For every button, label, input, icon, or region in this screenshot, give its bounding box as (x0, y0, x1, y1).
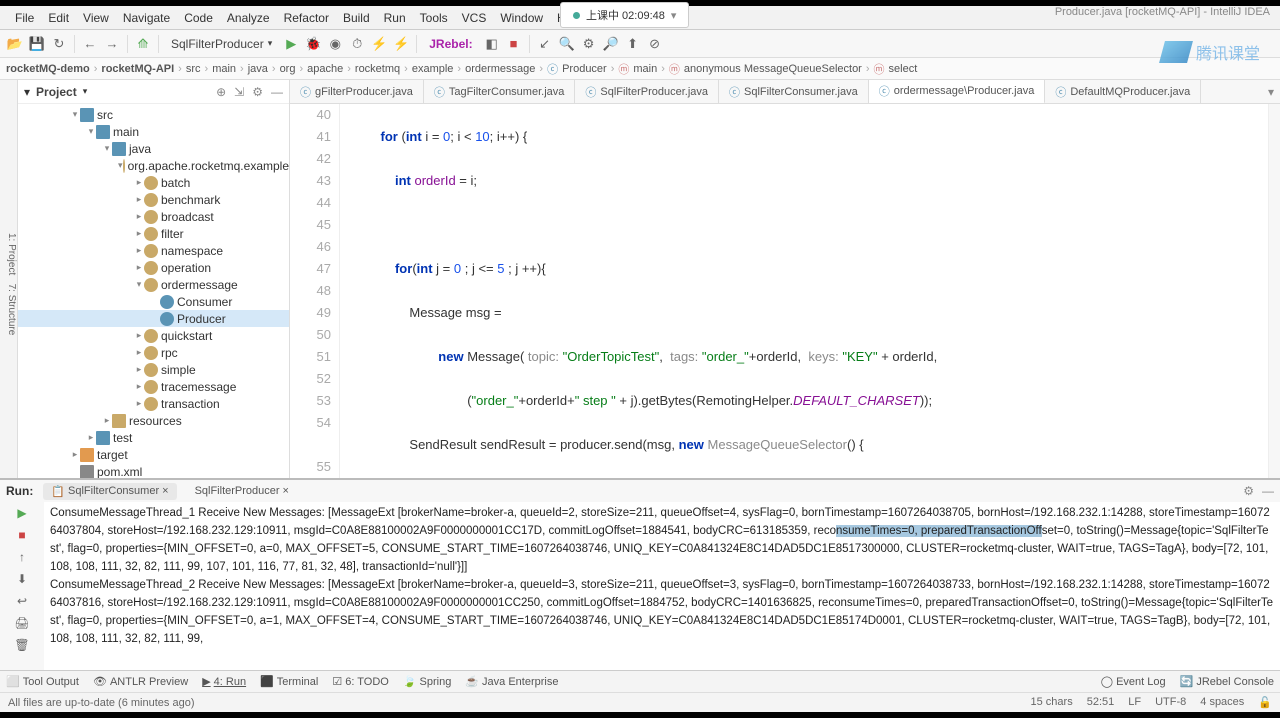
todo-tab[interactable]: ☑ 6: TODO (332, 675, 388, 688)
project-expand-icon[interactable]: ▾ (24, 85, 30, 99)
spring-tab[interactable]: 🍃 Spring (403, 675, 452, 688)
run-hide-icon[interactable]: — (1262, 484, 1274, 498)
menu-code[interactable]: Code (177, 11, 220, 25)
class-timer: 上课中 02:09:48▾ (560, 2, 689, 28)
refresh-icon[interactable]: ↻ (50, 35, 68, 53)
bottom-bar: ⬜ Tool Output 👁 ANTLR Preview ▶ 4: Run ⬛… (0, 670, 1280, 692)
open-icon[interactable]: 📂 (6, 35, 24, 53)
run-title: Run: (6, 484, 33, 498)
tab-4-active[interactable]: ⓒordermessage\Producer.java (869, 80, 1046, 104)
menu-vcs[interactable]: VCS (455, 11, 494, 25)
javaent-tab[interactable]: ☕ Java Enterprise (465, 675, 558, 688)
status-encoding[interactable]: UTF-8 (1155, 696, 1186, 709)
project-panel: ▾ Project ▾ ⊕⇲⚙— ▾src ▾main ▾java ▾org.a… (18, 80, 290, 478)
run-tab-1[interactable]: SqlFilterProducer × (187, 483, 297, 499)
window-title: Producer.java [rocketMQ-API] - IntelliJ … (1055, 6, 1270, 18)
code-text[interactable]: for (int i = 0; i < 10; i++) { int order… (340, 104, 1268, 478)
tab-0[interactable]: ⓒgFilterProducer.java (290, 80, 424, 104)
settings-icon[interactable]: ⚙ (580, 35, 598, 53)
run-icon[interactable]: ▶ (282, 35, 300, 53)
tab-5[interactable]: ⓒDefaultMQProducer.java (1045, 80, 1201, 104)
print-icon[interactable]: 🖨 (14, 616, 30, 632)
back-icon[interactable]: ← (81, 35, 99, 53)
menu-window[interactable]: Window (493, 11, 550, 25)
status-lf[interactable]: LF (1128, 696, 1141, 709)
run-panel: Run: 📋 SqlFilterConsumer × SqlFilterProd… (0, 478, 1280, 670)
jr-run-icon[interactable]: ◧ (483, 35, 501, 53)
git-icon[interactable]: ↙ (536, 35, 554, 53)
tab-2[interactable]: ⓒSqlFilterProducer.java (575, 80, 719, 104)
down-icon[interactable]: ⬇ (14, 572, 30, 588)
status-position[interactable]: 52:51 (1087, 696, 1115, 709)
menu-analyze[interactable]: Analyze (220, 11, 277, 25)
stop-icon[interactable]: ■ (505, 35, 523, 53)
save-icon[interactable]: 💾 (28, 35, 46, 53)
search-everywhere-icon[interactable]: 🔎 (602, 35, 620, 53)
deploy-icon[interactable]: ⬆ (624, 35, 642, 53)
rerun-icon[interactable]: ▶ (14, 506, 30, 522)
error-stripe[interactable] (1268, 104, 1280, 478)
menu-run[interactable]: Run (377, 11, 413, 25)
project-title: Project (36, 85, 77, 99)
menu-navigate[interactable]: Navigate (116, 11, 177, 25)
antlr-tab[interactable]: 👁 ANTLR Preview (93, 675, 188, 688)
tab-1[interactable]: ⓒTagFilterConsumer.java (424, 80, 576, 104)
up-icon[interactable]: ↑ (14, 550, 30, 566)
status-indent[interactable]: 4 spaces (1200, 696, 1244, 709)
menu-build[interactable]: Build (336, 11, 377, 25)
wrap-icon[interactable]: ↩ (14, 594, 30, 610)
locate-icon[interactable]: ⊕ (216, 85, 226, 99)
menu-tools[interactable]: Tools (413, 11, 455, 25)
menu-edit[interactable]: Edit (41, 11, 76, 25)
breadcrumb: rocketMQ-demo› rocketMQ-API› src› main› … (0, 58, 1280, 80)
run-tab-0[interactable]: 📋 SqlFilterConsumer × (43, 483, 176, 500)
run-stop-icon[interactable]: ■ (14, 528, 30, 544)
run-config-selector[interactable]: SqlFilterProducer▾ (165, 37, 278, 51)
left-gutter[interactable]: 1: Project 7: Structure (0, 80, 18, 478)
status-chars: 15 chars (1031, 696, 1073, 709)
toolbar: 📂 💾 ↻ ← → ⟰ SqlFilterProducer▾ ▶ 🐞 ◉ ⏱ ⚡… (0, 30, 1280, 58)
menu-view[interactable]: View (76, 11, 116, 25)
code-editor[interactable]: 40414243444546474849505152535455 for (in… (290, 104, 1280, 478)
status-bar: All files are up-to-date (6 minutes ago)… (0, 692, 1280, 712)
terminal-tab[interactable]: ⬛ Terminal (260, 675, 318, 688)
build-icon[interactable]: ⟰ (134, 35, 152, 53)
trash-icon[interactable]: 🗑 (14, 638, 30, 654)
jrebel-label: JRebel: (423, 37, 478, 51)
jr1-icon[interactable]: ⚡ (392, 35, 410, 53)
event-log-tab[interactable]: ◯ Event Log (1101, 675, 1166, 688)
profile-icon[interactable]: ⏱ (348, 35, 366, 53)
debug-icon[interactable]: 🐞 (304, 35, 322, 53)
collapse-icon[interactable]: ⇲ (234, 85, 244, 99)
run-gear-icon[interactable]: ⚙ (1243, 484, 1254, 498)
tree-selected-producer: Producer (18, 310, 289, 327)
tabs-more-icon[interactable]: ▾ (1262, 85, 1280, 99)
hide-icon[interactable]: — (271, 85, 283, 99)
run-tab[interactable]: ▶ 4: Run (202, 675, 246, 688)
forward-icon[interactable]: → (103, 35, 121, 53)
tool-output-tab[interactable]: ⬜ Tool Output (6, 675, 79, 688)
project-tree[interactable]: ▾src ▾main ▾java ▾org.apache.rocketmq.ex… (18, 104, 289, 478)
gear-icon[interactable]: ⚙ (252, 85, 263, 99)
tab-3[interactable]: ⓒSqlFilterConsumer.java (719, 80, 869, 104)
menu-file[interactable]: File (8, 11, 41, 25)
console-output[interactable]: ConsumeMessageThread_1 Receive New Messa… (44, 502, 1280, 670)
menu-refactor[interactable]: Refactor (277, 11, 336, 25)
attach-icon[interactable]: ⚡ (370, 35, 388, 53)
jrebel-tab[interactable]: 🔄 JRebel Console (1180, 675, 1274, 688)
editor-tabs: ⓒgFilterProducer.java ⓒTagFilterConsumer… (290, 80, 1280, 104)
stop2-icon[interactable]: ⊘ (646, 35, 664, 53)
status-message: All files are up-to-date (6 minutes ago) (8, 697, 194, 709)
readonly-icon[interactable]: 🔓 (1258, 696, 1272, 709)
watermark: 腾讯课堂 (1162, 40, 1260, 64)
coverage-icon[interactable]: ◉ (326, 35, 344, 53)
find-icon[interactable]: 🔍 (558, 35, 576, 53)
